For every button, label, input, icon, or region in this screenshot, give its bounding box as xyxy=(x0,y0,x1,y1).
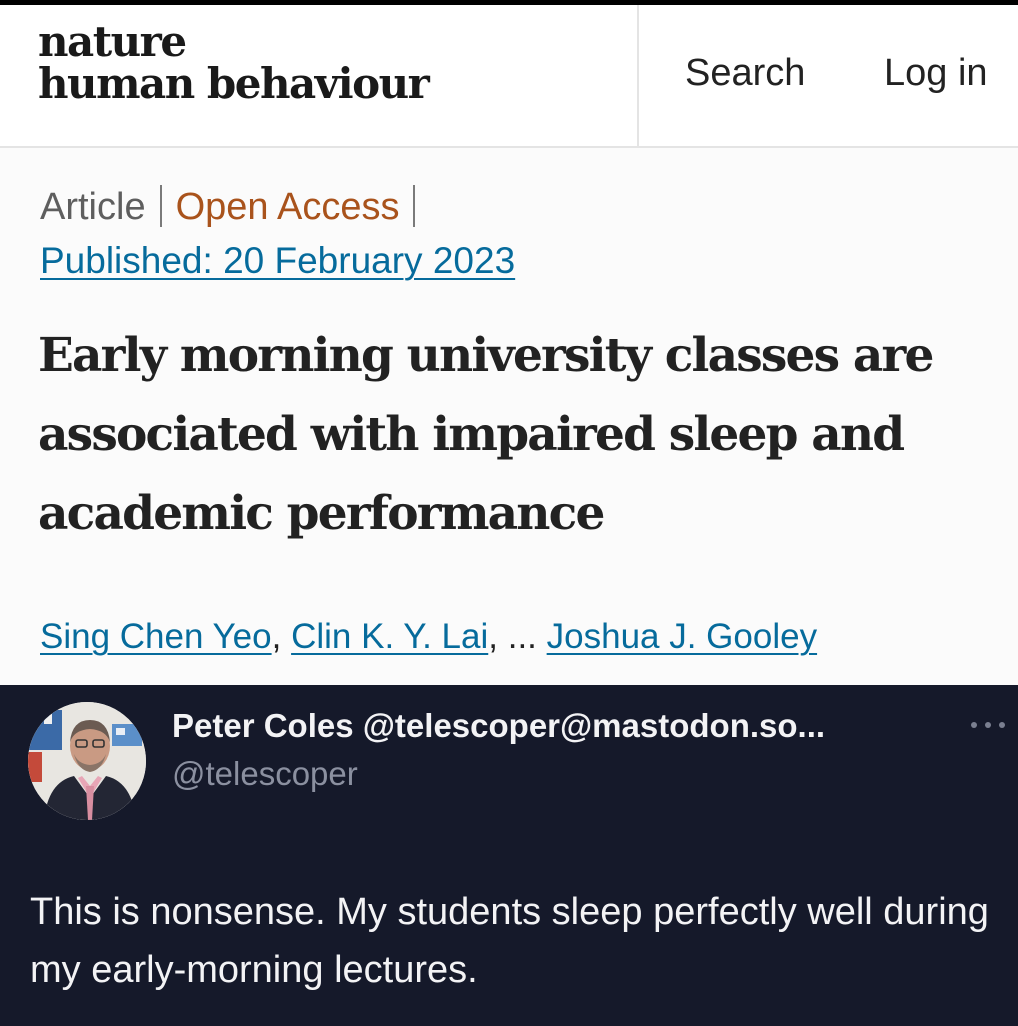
journal-logo[interactable]: nature human behaviour xyxy=(38,17,430,108)
published-date-link[interactable]: Published: 20 February 2023 xyxy=(40,238,515,284)
post-author-name[interactable]: Peter Coles @telescoper@mastodon.so... xyxy=(172,705,825,747)
search-link[interactable]: Search xyxy=(685,52,805,95)
article-meta: Article Open Access xyxy=(40,184,429,230)
meta-separator xyxy=(159,185,162,227)
article-type: Article xyxy=(40,186,146,228)
author-link[interactable]: Clin K. Y. Lai xyxy=(291,617,488,656)
post-author-handle[interactable]: @telescoper xyxy=(172,753,358,795)
logo-line-2: human behaviour xyxy=(38,59,430,108)
login-link[interactable]: Log in xyxy=(884,52,988,95)
social-post: Peter Coles @telescoper@mastodon.so... @… xyxy=(0,685,1018,1026)
author-list: Sing Chen Yeo, Clin K. Y. Lai, ... Joshu… xyxy=(40,614,817,660)
author-link[interactable]: Joshua J. Gooley xyxy=(547,617,817,656)
authors-ellipsis[interactable]: ... xyxy=(508,617,537,656)
article-title: Early morning university classes are ass… xyxy=(38,328,934,541)
post-text: This is nonsense. My students sleep perf… xyxy=(30,891,989,991)
meta-separator xyxy=(413,185,416,227)
author-separator: , xyxy=(271,617,282,656)
author-link[interactable]: Sing Chen Yeo xyxy=(40,617,272,656)
logo-line-1: nature xyxy=(38,17,187,66)
header-divider xyxy=(637,5,639,146)
avatar[interactable] xyxy=(28,702,146,820)
avatar-photo xyxy=(28,702,146,820)
article-page: nature human behaviour Search Log in Art… xyxy=(0,0,1018,685)
open-access-label: Open Access xyxy=(175,186,400,228)
article-header: Article Open Access Published: 20 Februar… xyxy=(0,148,1018,685)
more-horizontal-icon[interactable] xyxy=(966,715,1010,735)
author-separator: , xyxy=(488,617,498,656)
